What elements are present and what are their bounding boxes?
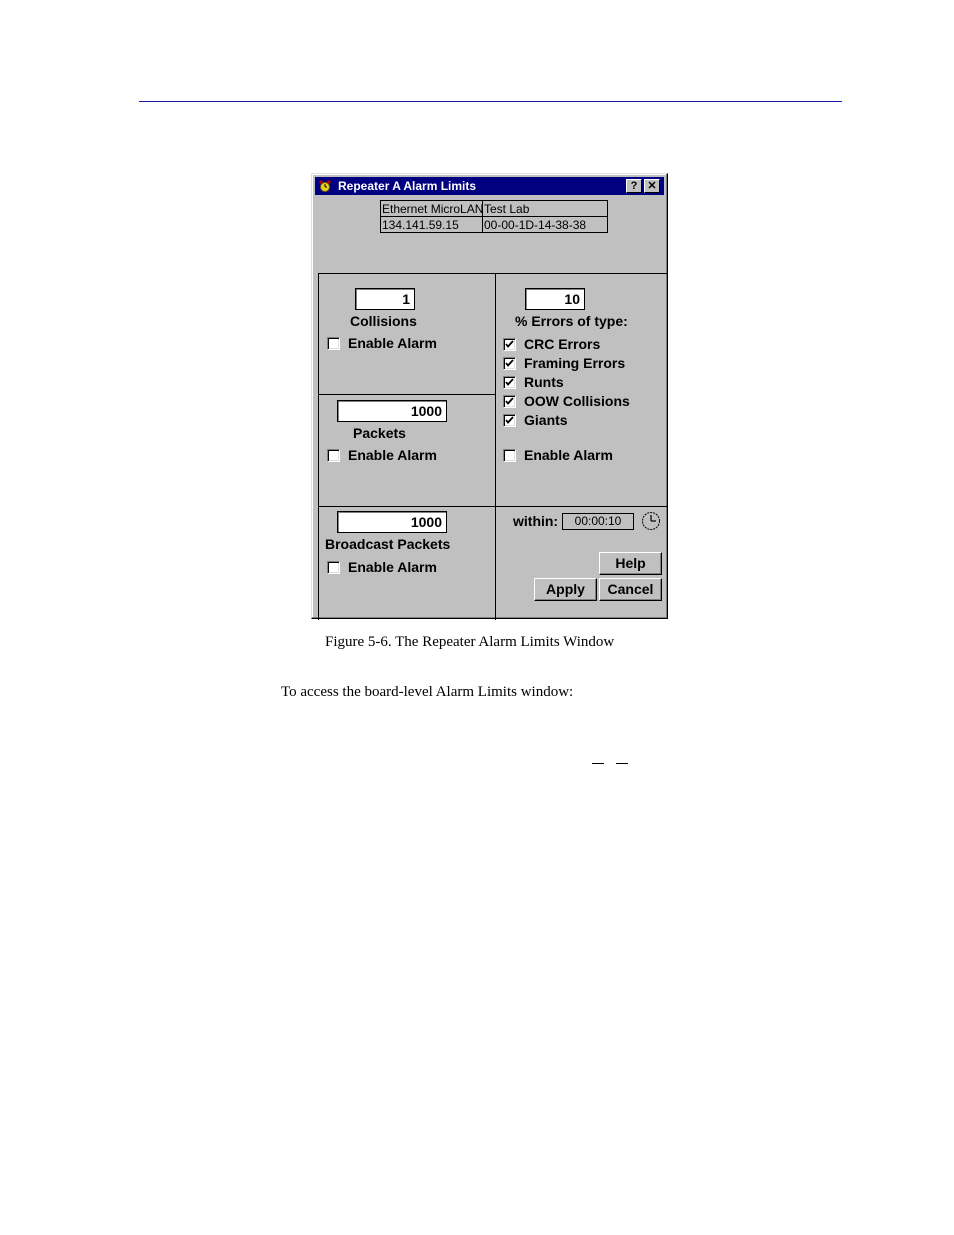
device-name-cell: Ethernet MicroLAN xyxy=(380,200,483,217)
checkbox-unchecked-icon[interactable] xyxy=(327,561,340,574)
ip-address-cell: 134.141.59.15 xyxy=(380,216,483,233)
cancel-button[interactable]: Cancel xyxy=(599,578,662,601)
clock-icon[interactable] xyxy=(641,511,661,531)
apply-button[interactable]: Apply xyxy=(534,578,597,601)
checkbox-unchecked-icon[interactable] xyxy=(503,449,516,462)
checkbox-unchecked-icon[interactable] xyxy=(327,337,340,350)
title-bar: Repeater A Alarm Limits ? ✕ xyxy=(315,177,664,195)
packets-label: Packets xyxy=(353,425,406,441)
broadcast-packets-threshold-input[interactable]: 1000 xyxy=(337,511,447,533)
window-title: Repeater A Alarm Limits xyxy=(338,179,477,193)
checkbox-checked-icon[interactable] xyxy=(503,414,516,427)
enable-alarm-label: Enable Alarm xyxy=(348,559,437,575)
giants-label: Giants xyxy=(524,412,568,428)
checkbox-checked-icon[interactable] xyxy=(503,376,516,389)
within-time-field[interactable]: 00:00:10 xyxy=(562,513,634,530)
oow-collisions-label: OOW Collisions xyxy=(524,393,630,409)
repeater-alarm-limits-window: Repeater A Alarm Limits ? ✕ Ethernet Mic… xyxy=(311,173,668,620)
close-button[interactable]: ✕ xyxy=(644,179,660,193)
checkbox-checked-icon[interactable] xyxy=(503,357,516,370)
alarm-clock-icon xyxy=(319,180,331,192)
figure-caption: Figure 5-6. The Repeater Alarm Limits Wi… xyxy=(325,634,615,650)
header-rule xyxy=(139,101,842,102)
framing-errors-label: Framing Errors xyxy=(524,355,626,371)
enable-alarm-label: Enable Alarm xyxy=(348,447,437,463)
body-paragraph: To access the board-level Alarm Limits w… xyxy=(281,684,574,700)
within-label: within: xyxy=(513,513,559,529)
panel-divider xyxy=(318,394,495,395)
crc-errors-label: CRC Errors xyxy=(524,336,601,352)
device-info-table: Ethernet MicroLAN Test Lab 134.141.59.15… xyxy=(380,200,608,233)
runts-label: Runts xyxy=(524,374,564,390)
panel-divider xyxy=(318,273,319,620)
panel-divider xyxy=(318,506,668,507)
panel-divider xyxy=(495,273,496,620)
location-cell: Test Lab xyxy=(482,200,608,217)
title-help-button[interactable]: ? xyxy=(626,179,642,193)
errors-of-type-label: % Errors of type: xyxy=(515,313,628,329)
collisions-label: Collisions xyxy=(350,313,417,329)
collisions-threshold-input[interactable]: 1 xyxy=(355,288,415,310)
panel-divider xyxy=(318,273,668,274)
close-icon: ✕ xyxy=(647,180,657,192)
checkbox-checked-icon[interactable] xyxy=(503,338,516,351)
errors-threshold-input[interactable]: 10 xyxy=(525,288,585,310)
checkbox-checked-icon[interactable] xyxy=(503,395,516,408)
mac-address-cell: 00-00-1D-14-38-38 xyxy=(482,216,608,233)
broadcast-packets-label: Broadcast Packets xyxy=(325,536,451,552)
underline-mark xyxy=(616,763,628,764)
checkbox-unchecked-icon[interactable] xyxy=(327,449,340,462)
enable-alarm-label: Enable Alarm xyxy=(524,447,613,463)
underline-mark xyxy=(592,763,604,764)
enable-alarm-label: Enable Alarm xyxy=(348,335,437,351)
panel-divider xyxy=(667,273,668,507)
help-button[interactable]: Help xyxy=(599,552,662,575)
packets-threshold-input[interactable]: 1000 xyxy=(337,400,447,422)
